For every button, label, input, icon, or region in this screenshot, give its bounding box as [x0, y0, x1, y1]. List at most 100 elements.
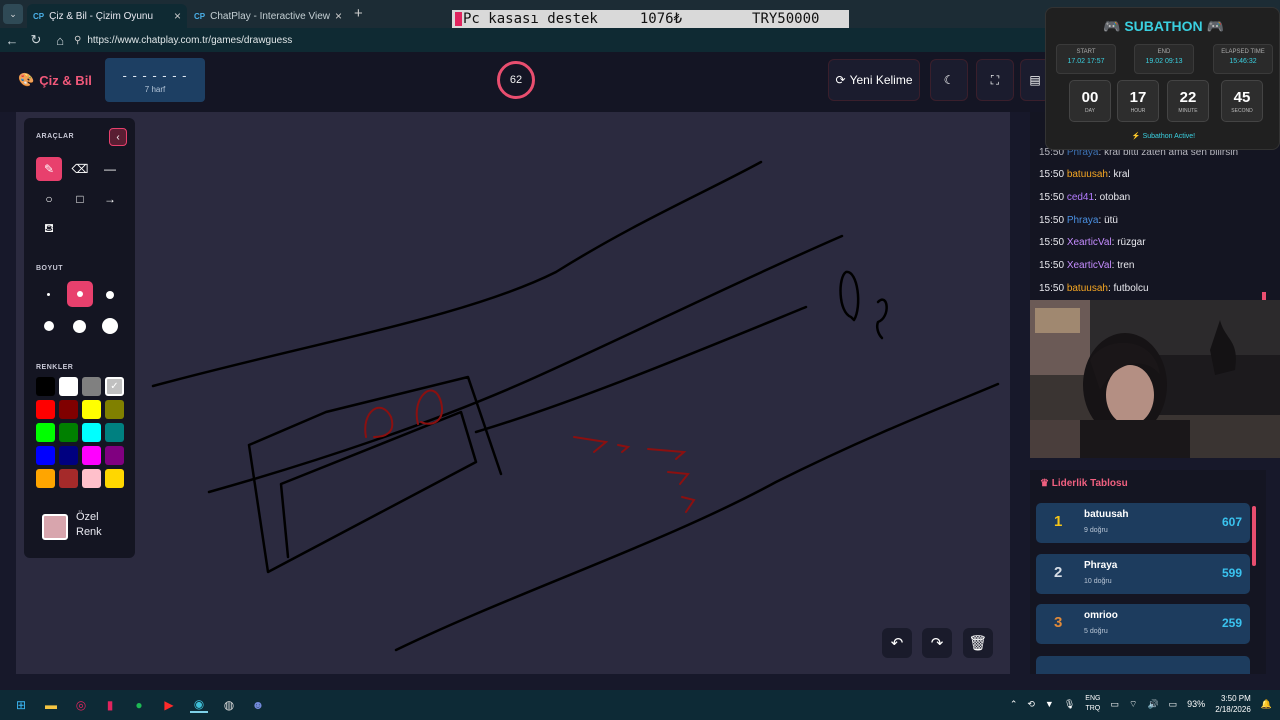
- color-swatch[interactable]: ✓: [105, 377, 124, 396]
- color-swatch[interactable]: [59, 423, 78, 442]
- sync-icon[interactable]: ⟲: [1027, 699, 1035, 710]
- color-swatch[interactable]: [59, 400, 78, 419]
- tab-menu-button[interactable]: ⌄: [3, 4, 23, 24]
- size-option-5[interactable]: [67, 313, 93, 339]
- new-word-button[interactable]: ⟳ Yeni Kelime: [828, 59, 920, 101]
- obs-icon[interactable]: ◎: [72, 697, 90, 713]
- chat-scrollbar[interactable]: [1262, 292, 1266, 300]
- dark-mode-button[interactable]: ☾: [930, 59, 968, 101]
- tab-inactive[interactable]: CP ChatPlay - Interactive Viewer Gam ×: [188, 4, 348, 28]
- word-hint: - - - - - - - 7 harf: [105, 58, 205, 102]
- app-icon[interactable]: ▮: [101, 697, 119, 713]
- hour-label: HOUR: [1130, 108, 1146, 114]
- site-info-icon[interactable]: ⚲: [74, 35, 81, 46]
- chat-text: rüzgar: [1117, 237, 1146, 248]
- close-icon[interactable]: ×: [174, 9, 181, 23]
- clock[interactable]: 3:50 PM 2/18/2026: [1215, 693, 1251, 715]
- color-swatch[interactable]: [82, 469, 101, 488]
- start-label: START: [1076, 49, 1096, 55]
- size-option-4[interactable]: [36, 313, 62, 339]
- correct-count: 10 doğru: [1084, 578, 1112, 585]
- network-icon[interactable]: ⌔: [1129, 699, 1137, 710]
- size-option-2[interactable]: [67, 281, 93, 307]
- notification-icon[interactable]: 🔔: [1261, 699, 1272, 710]
- end-box: END 19.02 09:13: [1134, 44, 1194, 74]
- custom-color-swatch: [42, 514, 68, 540]
- gamepad-icon: 🎮: [1206, 18, 1224, 34]
- eraser-tool[interactable]: ⌫: [67, 157, 93, 181]
- color-swatch[interactable]: [36, 423, 55, 442]
- mic-icon[interactable]: 🎙: [1064, 699, 1075, 710]
- color-swatch[interactable]: [59, 469, 78, 488]
- vpn-icon[interactable]: ▼: [1045, 699, 1054, 709]
- pencil-tool[interactable]: ✎: [36, 157, 62, 181]
- app-logo[interactable]: 🎨 Çiz & Bil: [18, 72, 92, 88]
- color-swatch[interactable]: [36, 377, 55, 396]
- redo-button[interactable]: ↷: [922, 628, 952, 658]
- subathon-status: ⚡ Subathon Active!: [1046, 132, 1280, 140]
- arrow-tool[interactable]: →: [97, 187, 123, 211]
- close-icon[interactable]: ×: [335, 9, 342, 23]
- color-swatch[interactable]: [82, 377, 101, 396]
- chat-time: 15:50: [1039, 260, 1065, 271]
- stroke-red: [647, 448, 696, 513]
- size-dot: [77, 291, 83, 297]
- color-swatch[interactable]: [82, 446, 101, 465]
- chrome-icon[interactable]: ◍: [220, 697, 238, 713]
- back-icon[interactable]: ←: [0, 33, 24, 48]
- volume-icon[interactable]: 🔊: [1147, 699, 1158, 710]
- redo-icon: ↷: [930, 635, 944, 652]
- language-indicator[interactable]: ENG TRQ: [1085, 694, 1100, 714]
- edge-icon[interactable]: ◉: [190, 697, 208, 713]
- custom-color-button[interactable]: Özel Renk: [42, 511, 122, 543]
- leaderboard-title: ♛ Liderlik Tablosu: [1040, 478, 1128, 489]
- battery-icon[interactable]: ▭: [1169, 699, 1178, 710]
- line-tool[interactable]: —: [97, 157, 123, 181]
- discord-icon[interactable]: ☻: [249, 697, 267, 713]
- color-swatch[interactable]: [82, 400, 101, 419]
- collapse-button[interactable]: ‹: [109, 128, 127, 146]
- second-value: 45: [1233, 89, 1251, 106]
- undo-button[interactable]: ↶: [882, 628, 912, 658]
- rank: 2: [1054, 564, 1063, 581]
- color-swatch[interactable]: [105, 469, 124, 488]
- chat-user: XearticVal: [1066, 260, 1112, 271]
- tab-active[interactable]: CP Çiz & Bil - Çizim Oyunu ×: [27, 4, 187, 28]
- display-icon[interactable]: ▭: [1110, 699, 1119, 710]
- color-swatch[interactable]: [82, 423, 101, 442]
- day-value: 00: [1081, 89, 1099, 106]
- drawing-canvas[interactable]: [16, 112, 1010, 674]
- youtube-icon[interactable]: ▶: [160, 697, 178, 713]
- rectangle-tool[interactable]: □: [67, 187, 93, 211]
- color-swatch[interactable]: [36, 469, 55, 488]
- color-swatch[interactable]: [105, 400, 124, 419]
- elapsed-box: ELAPSED TIME 15:46:32: [1213, 44, 1273, 74]
- home-icon[interactable]: ⌂: [48, 33, 72, 48]
- color-swatch[interactable]: [59, 446, 78, 465]
- spotify-icon[interactable]: ●: [130, 697, 148, 713]
- size-option-3[interactable]: [97, 282, 123, 308]
- size-option-1[interactable]: [36, 282, 62, 308]
- file-explorer-icon[interactable]: ▬: [42, 697, 60, 713]
- url-text[interactable]: https://www.chatplay.com.tr/games/drawgu…: [87, 35, 292, 46]
- start-box: START 17.02 17:57: [1056, 44, 1116, 74]
- color-swatch[interactable]: [59, 377, 78, 396]
- chevron-up-icon[interactable]: ⌃: [1010, 699, 1018, 710]
- clear-button[interactable]: 🗑: [963, 628, 993, 658]
- reload-icon[interactable]: ↻: [24, 32, 48, 48]
- chat-user: batuusah: [1066, 283, 1108, 294]
- fullscreen-button[interactable]: ⛶: [976, 59, 1014, 101]
- windows-start-icon[interactable]: ⊞: [12, 697, 30, 713]
- fill-tool[interactable]: ⛾: [36, 217, 62, 241]
- color-swatch[interactable]: [36, 400, 55, 419]
- trash-icon: 🗑: [968, 635, 988, 652]
- size-option-6[interactable]: [97, 313, 123, 339]
- new-tab-button[interactable]: +: [354, 5, 363, 22]
- color-swatch[interactable]: [105, 423, 124, 442]
- circle-tool[interactable]: ○: [36, 187, 62, 211]
- chatplay-icon: CP: [194, 11, 206, 21]
- leaderboard-scrollbar[interactable]: [1252, 506, 1256, 566]
- color-swatch[interactable]: [105, 446, 124, 465]
- color-swatch[interactable]: [36, 446, 55, 465]
- system-tray: ⌃ ⟲ ▼ 🎙 ENG TRQ ▭ ⌔ 🔊 ▭ 93% 3:50 PM 2/18…: [1010, 693, 1272, 715]
